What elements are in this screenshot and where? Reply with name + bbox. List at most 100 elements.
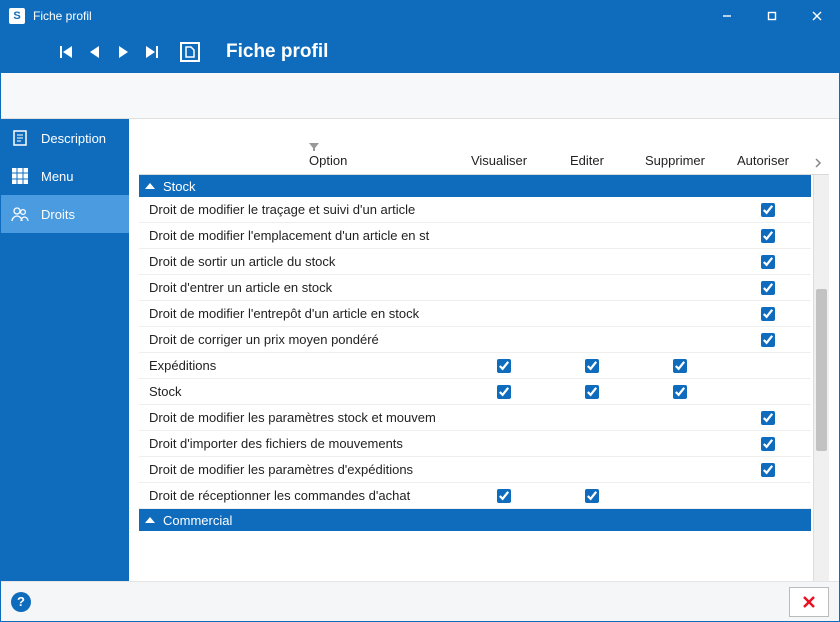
cell-autoriser[interactable] [723,278,811,298]
table-row: Droit de modifier l'entrepôt d'un articl… [139,301,811,327]
table-row: Expéditions [139,353,811,379]
bottom-bar: ? [1,581,839,621]
table-row: Droit d'entrer un article en stock [139,275,811,301]
table-row: Droit de sortir un article du stock [139,249,811,275]
document-icon [11,129,29,147]
checkbox-autoriser[interactable] [761,203,775,217]
scrollbar-thumb[interactable] [816,289,827,451]
sub-toolbar [1,73,839,119]
cell-autoriser[interactable] [723,226,811,246]
cell-option: Droit de modifier les paramètres stock e… [139,410,459,425]
table-row: Droit de modifier l'emplacement d'un art… [139,223,811,249]
checkbox-autoriser[interactable] [761,333,775,347]
sidebar-item-label: Droits [41,207,75,222]
vertical-scrollbar[interactable] [813,175,829,581]
cell-option: Droit de modifier le traçage et suivi d'… [139,202,459,217]
chevron-up-icon [145,517,155,523]
cell-autoriser[interactable] [723,252,811,272]
cell-autoriser[interactable] [723,330,811,350]
grid-body: Stock Droit de modifier le traçage et sui… [139,175,829,581]
toolbar: Fiche profil [1,31,839,73]
checkbox-autoriser[interactable] [761,411,775,425]
grid-header: Option Visualiser Editer Supprimer Autor… [139,129,829,175]
cancel-button[interactable] [789,587,829,617]
group-header[interactable]: Commercial [139,509,811,531]
previous-record-button[interactable] [86,43,104,61]
maximize-button[interactable] [749,1,794,31]
cell-autoriser[interactable] [723,304,811,324]
cell-supprimer[interactable] [635,356,723,376]
cell-supprimer[interactable] [635,382,723,402]
checkbox-autoriser[interactable] [761,229,775,243]
checkbox-supprimer[interactable] [673,359,687,373]
record-navigation [13,42,200,62]
sidebar-item-description[interactable]: Description [1,119,129,157]
checkbox-autoriser[interactable] [761,281,775,295]
sidebar-item-label: Menu [41,169,74,184]
cell-option: Droit d'entrer un article en stock [139,280,459,295]
column-header-option[interactable]: Option [139,143,455,174]
cell-option: Droit de corriger un prix moyen pondéré [139,332,459,347]
column-header-visualiser[interactable]: Visualiser [455,153,543,174]
checkbox-editer[interactable] [585,489,599,503]
checkbox-autoriser[interactable] [761,307,775,321]
chevron-up-icon [145,183,155,189]
main-area: Description Menu Droits [1,119,839,581]
group-label: Stock [163,179,196,194]
column-label: Option [309,153,347,168]
cell-option: Expéditions [139,358,459,373]
sidebar-item-droits[interactable]: Droits [1,195,129,233]
first-record-button[interactable] [58,43,76,61]
checkbox-editer[interactable] [585,359,599,373]
cell-autoriser[interactable] [723,200,811,220]
checkbox-supprimer[interactable] [673,385,687,399]
scroll-right-button[interactable] [807,158,829,174]
table-row: Droit de réceptionner les commandes d'ac… [139,483,811,509]
cell-option: Droit de modifier l'entrepôt d'un articl… [139,306,459,321]
column-label: Autoriser [737,153,789,168]
cell-autoriser[interactable] [723,460,811,480]
cell-autoriser[interactable] [723,408,811,428]
cell-visualiser[interactable] [459,486,547,506]
content-panel: Option Visualiser Editer Supprimer Autor… [129,119,839,581]
close-window-button[interactable] [794,1,839,31]
minimize-button[interactable] [704,1,749,31]
cell-option: Droit de modifier les paramètres d'expéd… [139,462,459,477]
cell-editer[interactable] [547,486,635,506]
column-header-supprimer[interactable]: Supprimer [631,153,719,174]
column-header-editer[interactable]: Editer [543,153,631,174]
cell-visualiser[interactable] [459,382,547,402]
sidebar: Description Menu Droits [1,119,129,581]
checkbox-autoriser[interactable] [761,463,775,477]
cell-option: Droit de réceptionner les commandes d'ac… [139,488,459,503]
checkbox-visualiser[interactable] [497,385,511,399]
cell-editer[interactable] [547,382,635,402]
help-button[interactable]: ? [11,592,31,612]
form-icon [180,42,200,62]
checkbox-visualiser[interactable] [497,489,511,503]
permissions-grid: Option Visualiser Editer Supprimer Autor… [129,119,839,581]
column-label: Supprimer [645,153,705,168]
checkbox-editer[interactable] [585,385,599,399]
cell-editer[interactable] [547,356,635,376]
checkbox-autoriser[interactable] [761,255,775,269]
title-bar: S Fiche profil [1,1,839,31]
cell-option: Droit de modifier l'emplacement d'un art… [139,228,459,243]
table-row: Droit de modifier le traçage et suivi d'… [139,197,811,223]
cell-autoriser[interactable] [723,434,811,454]
grid-icon [11,167,29,185]
group-header[interactable]: Stock [139,175,811,197]
app-icon: S [9,8,25,24]
cell-visualiser[interactable] [459,356,547,376]
last-record-button[interactable] [142,43,160,61]
checkbox-visualiser[interactable] [497,359,511,373]
table-row: Droit de modifier les paramètres stock e… [139,405,811,431]
sidebar-item-menu[interactable]: Menu [1,157,129,195]
cell-option: Stock [139,384,459,399]
table-row: Stock [139,379,811,405]
next-record-button[interactable] [114,43,132,61]
column-label: Editer [570,153,604,168]
column-header-autoriser[interactable]: Autoriser [719,153,807,174]
checkbox-autoriser[interactable] [761,437,775,451]
window-title: Fiche profil [33,9,704,23]
